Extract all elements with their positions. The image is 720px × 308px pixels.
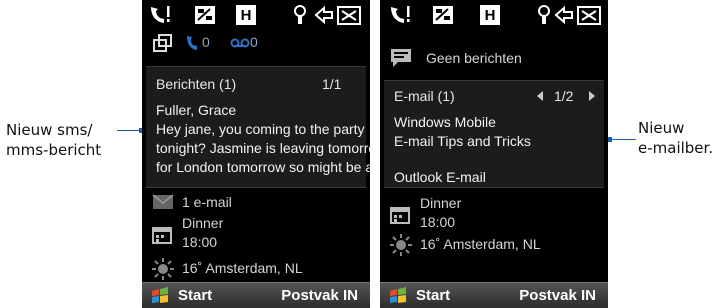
messages-header: Berichten (1) <box>156 76 237 92</box>
windows-flag-icon <box>390 287 406 303</box>
phone-screen-email: H Geen berichten E-mail (1) 1/2 Windows … <box>380 0 608 308</box>
email-panel[interactable]: E-mail (1) 1/2 Windows Mobile E-mail Tip… <box>384 80 604 188</box>
callout-new-email: Nieuw e-mailber. <box>638 119 714 157</box>
no-messages-text[interactable]: Geen berichten <box>426 50 522 66</box>
battery-icon <box>554 5 601 25</box>
data-icon <box>195 6 215 24</box>
windows-flag-icon <box>152 287 168 303</box>
callout-leader-left <box>117 130 141 131</box>
sun-icon <box>152 258 174 280</box>
inbox-softkey[interactable]: Postvak IN <box>519 287 596 304</box>
callout-new-sms: Nieuw sms/ mms-bericht <box>6 121 102 159</box>
message-body-line: for London tomorrow so might be a ... <box>156 159 370 175</box>
battery-icon <box>314 5 361 25</box>
email-subject-line: E-mail Tips and Tricks <box>394 133 531 149</box>
prev-arrow-icon[interactable] <box>536 91 544 101</box>
phone-screen-messages: H 0 0 Berichten (1) 1/1 Fuller, Grace He… <box>142 0 370 308</box>
messages-panel[interactable]: Berichten (1) 1/1 Fuller, Grace Hey jane… <box>146 66 370 188</box>
messages-counter: 1/1 <box>322 76 342 92</box>
softkey-bar: Start Postvak IN <box>380 282 608 308</box>
start-softkey[interactable]: Start <box>178 287 212 304</box>
envelope-icon <box>152 194 174 209</box>
weather-text[interactable]: 16˚ Amsterdam, NL <box>420 236 541 252</box>
status-bar: H <box>380 0 608 30</box>
email-account: Outlook E-mail <box>394 169 486 185</box>
next-arrow-icon[interactable] <box>588 91 596 101</box>
missed-call-icon[interactable] <box>184 34 200 52</box>
appointment-title[interactable]: Dinner <box>420 195 461 211</box>
message-body-line: Hey jane, you coming to the party <box>156 121 365 137</box>
voicemail-icon[interactable] <box>230 36 250 50</box>
appointment-title[interactable]: Dinner <box>182 215 223 231</box>
callout-leader-right <box>610 139 636 140</box>
signal-icon <box>151 6 170 23</box>
status-bar: H <box>142 0 370 30</box>
appointment-time: 18:00 <box>182 234 218 250</box>
hspa-icon: H <box>236 5 256 25</box>
message-sender: Fuller, Grace <box>156 102 237 118</box>
appointment-time: 18:00 <box>420 214 456 230</box>
softkey-bar: Start Postvak IN <box>142 282 370 308</box>
notification-row: 0 0 <box>142 32 370 54</box>
email-counter: 1/2 <box>554 88 574 104</box>
missed-calls-count: 0 <box>202 34 210 50</box>
start-softkey[interactable]: Start <box>416 287 450 304</box>
inbox-softkey[interactable]: Postvak IN <box>281 287 358 304</box>
bluetooth-icon <box>294 5 306 24</box>
email-subject-line: Windows Mobile <box>394 114 496 130</box>
tab-toggle-icon[interactable] <box>152 32 174 54</box>
hspa-icon: H <box>480 5 500 25</box>
email-header: E-mail (1) <box>394 88 455 104</box>
signal-icon <box>391 6 410 23</box>
bluetooth-icon <box>538 5 550 24</box>
data-icon <box>433 6 453 24</box>
calendar-icon <box>152 227 172 244</box>
calendar-icon <box>390 207 410 224</box>
message-icon <box>391 49 411 67</box>
voicemail-count: 0 <box>250 34 258 50</box>
email-summary[interactable]: 1 e-mail <box>182 194 232 210</box>
sun-icon <box>390 234 412 256</box>
message-body-line: tonight? Jasmine is leaving tomorrow <box>156 140 370 156</box>
weather-text[interactable]: 16˚ Amsterdam, NL <box>182 260 303 276</box>
